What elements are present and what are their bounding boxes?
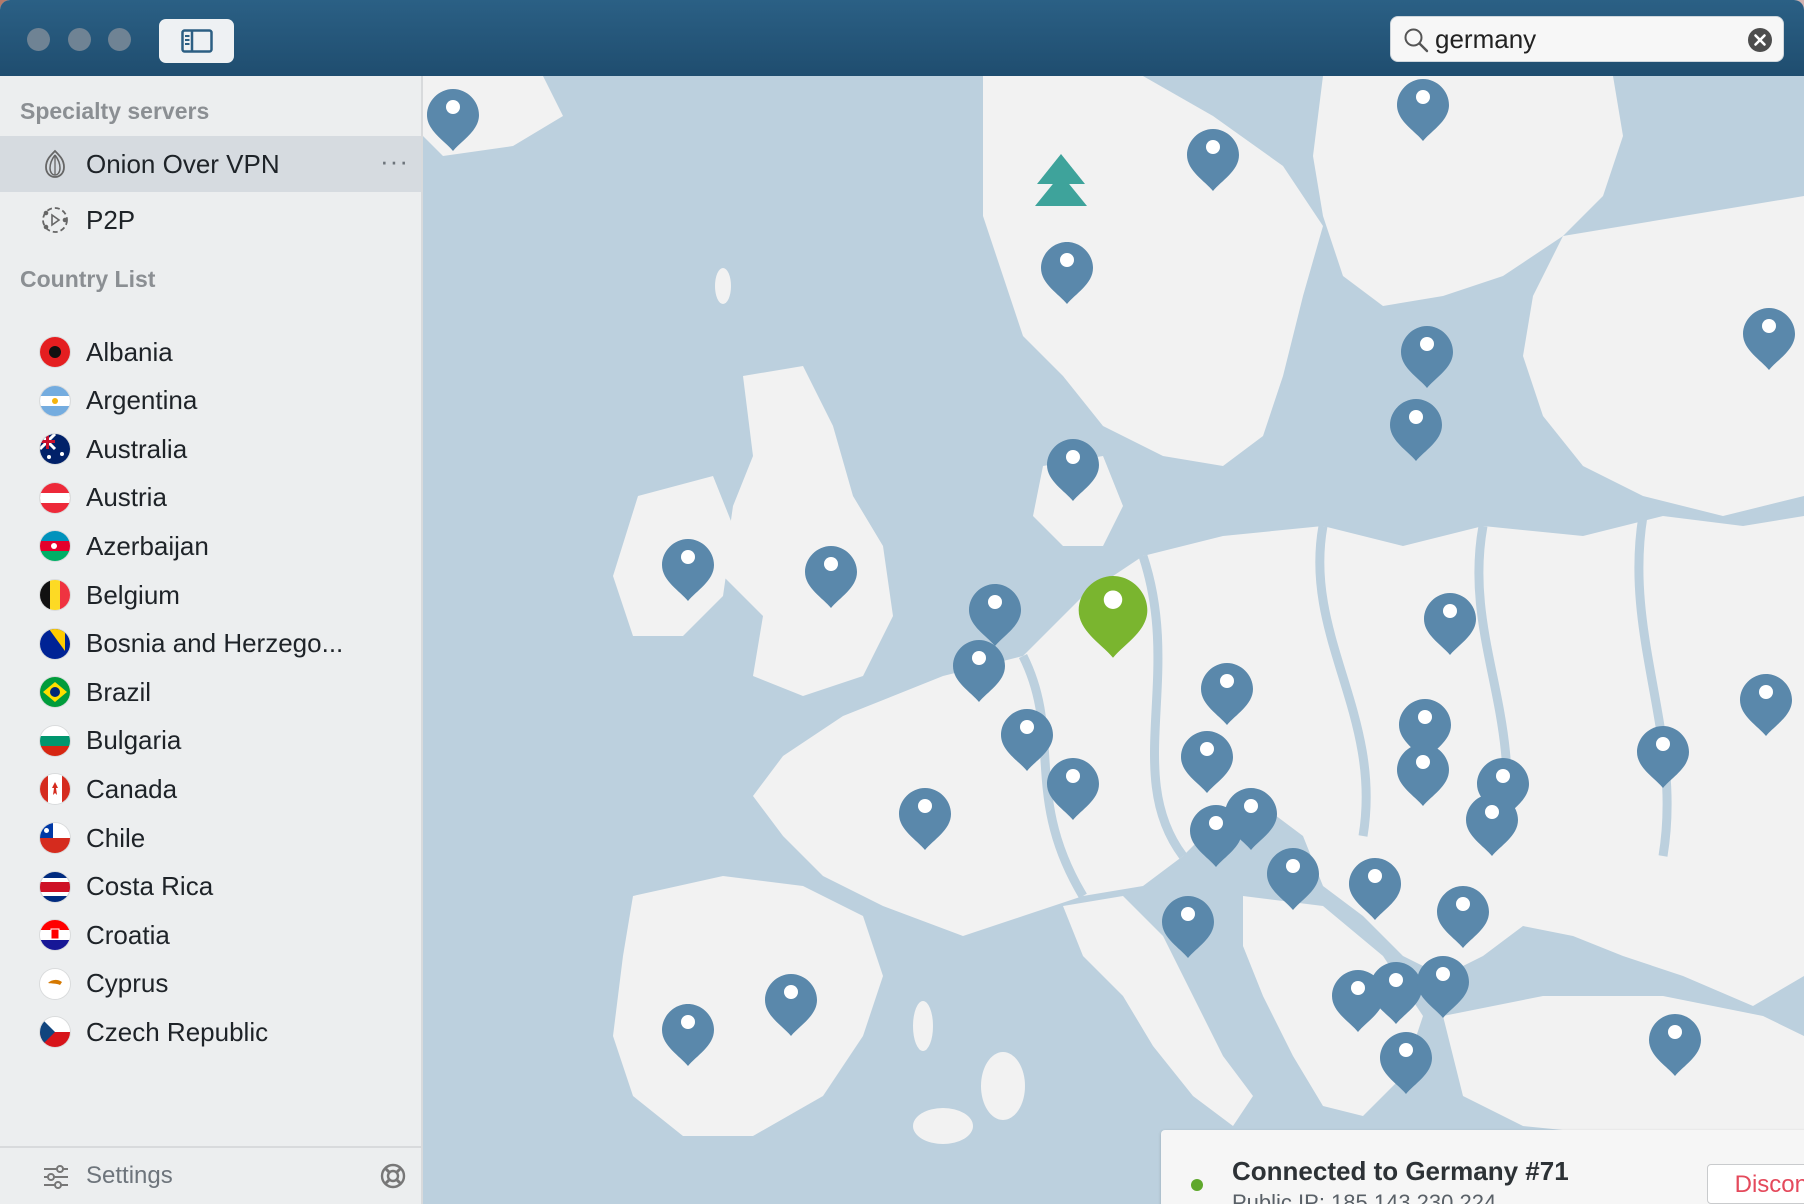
country-label: Chile: [86, 822, 146, 853]
search-box: [1390, 16, 1784, 62]
connection-title: Connected to Germany #71: [1232, 1156, 1569, 1186]
help-lifebuoy-icon[interactable]: [380, 1163, 406, 1189]
country-label: Costa Rica: [86, 871, 214, 902]
sidebar-toggle-icon: [180, 29, 213, 53]
disconnect-button[interactable]: Disconnect: [1707, 1164, 1804, 1204]
search-input[interactable]: [1435, 23, 1735, 55]
country-label: Australia: [86, 433, 188, 464]
albania-flag-icon: [40, 337, 70, 367]
p2p-icon: [42, 207, 68, 233]
sidebar-footer: Settings: [0, 1146, 421, 1204]
server-pin-10[interactable]: [969, 584, 1021, 646]
country-item-bosnia[interactable]: Bosnia and Herzego...: [0, 616, 421, 672]
country-item-cyprus[interactable]: Cyprus: [0, 956, 421, 1012]
country-label: Brazil: [86, 676, 152, 707]
country-item-chile[interactable]: Chile: [0, 810, 421, 866]
costa-rica-flag-icon: [40, 871, 70, 902]
country-label: Canada: [86, 773, 178, 804]
sidebar-item-p2p[interactable]: P2P: [0, 192, 421, 248]
settings-button[interactable]: Settings: [86, 1162, 173, 1190]
country-label: Argentina: [86, 385, 198, 416]
search-icon: [1404, 28, 1429, 53]
country-label: Bulgaria: [86, 725, 182, 756]
public-ip: Public IP: 185.143.230.224: [1232, 1190, 1497, 1204]
onion-icon: [45, 149, 65, 178]
country-label: Cyprus: [86, 968, 169, 999]
country-label: Albania: [86, 336, 173, 367]
country-item-croatia[interactable]: Croatia: [0, 907, 421, 963]
country-label: Croatia: [86, 919, 170, 950]
country-item-azerbaijan[interactable]: Azerbaijan: [0, 518, 421, 574]
croatia-flag-icon: [40, 920, 70, 951]
connected-status-dot: [1191, 1179, 1203, 1191]
zoom-window-button[interactable]: [108, 28, 131, 51]
country-label: Belgium: [86, 579, 180, 610]
server-pin-29[interactable]: [1162, 896, 1214, 958]
country-item-brazil[interactable]: Brazil: [0, 664, 421, 720]
connection-status-card: Connected to Germany #71 Public IP: 185.…: [1161, 1130, 1804, 1204]
australia-flag-icon: [40, 434, 70, 465]
settings-icon: [44, 1165, 68, 1189]
austria-flag-icon: [40, 482, 70, 513]
europe-map[interactable]: [423, 76, 1804, 1204]
czech-flag-icon: [40, 1017, 70, 1048]
country-label: Bosnia and Herzego...: [86, 628, 344, 659]
sidebar-item-label: Onion Over VPN: [86, 148, 280, 179]
country-item-canada[interactable]: Canada: [0, 761, 421, 817]
country-label: Azerbaijan: [86, 530, 209, 561]
bosnia-flag-icon: [40, 628, 70, 659]
bulgaria-flag-icon: [40, 725, 70, 756]
sidebar-item-label: P2P: [86, 204, 136, 235]
sidebar-item-onion-over-vpn[interactable]: Onion Over VPN ···: [0, 136, 421, 192]
server-map[interactable]: Connected to Germany #71 Public IP: 185.…: [423, 76, 1804, 1204]
country-item-australia[interactable]: Australia: [0, 421, 421, 477]
brazil-flag-icon: [40, 677, 70, 708]
belgium-flag-icon: [40, 580, 70, 610]
country-item-argentina[interactable]: Argentina: [0, 373, 421, 429]
argentina-flag-icon: [40, 385, 70, 416]
azerbaijan-flag-icon: [40, 531, 70, 562]
country-item-austria[interactable]: Austria: [0, 470, 421, 526]
more-options-icon[interactable]: ···: [380, 146, 409, 177]
app-window: Specialty servers Onion Over VPN ··· P2P…: [0, 0, 1804, 1204]
country-item-belgium[interactable]: Belgium: [0, 567, 421, 623]
country-list-header: Country List: [20, 266, 156, 292]
titlebar: [0, 0, 1804, 76]
server-pin-6[interactable]: [1390, 399, 1442, 461]
chile-flag-icon: [40, 823, 70, 853]
sidebar-toggle-button[interactable]: [159, 19, 234, 63]
country-item-czech[interactable]: Czech Republic: [0, 1004, 421, 1060]
clear-search-icon[interactable]: [1747, 27, 1773, 53]
close-window-button[interactable]: [27, 28, 50, 51]
sidebar: Specialty servers Onion Over VPN ··· P2P…: [0, 76, 423, 1204]
server-pin-5[interactable]: [1401, 326, 1453, 388]
country-label: Austria: [86, 482, 167, 513]
cyprus-flag-icon: [40, 968, 70, 999]
country-label: Czech Republic: [86, 1016, 269, 1047]
minimize-window-button[interactable]: [68, 28, 91, 51]
specialty-servers-header: Specialty servers: [20, 98, 210, 124]
country-item-albania[interactable]: Albania: [0, 324, 421, 380]
canada-flag-icon: [40, 774, 70, 805]
country-item-bulgaria[interactable]: Bulgaria: [0, 713, 421, 769]
country-item-costa-rica[interactable]: Costa Rica: [0, 859, 421, 915]
server-pin-32[interactable]: [1417, 956, 1469, 1018]
